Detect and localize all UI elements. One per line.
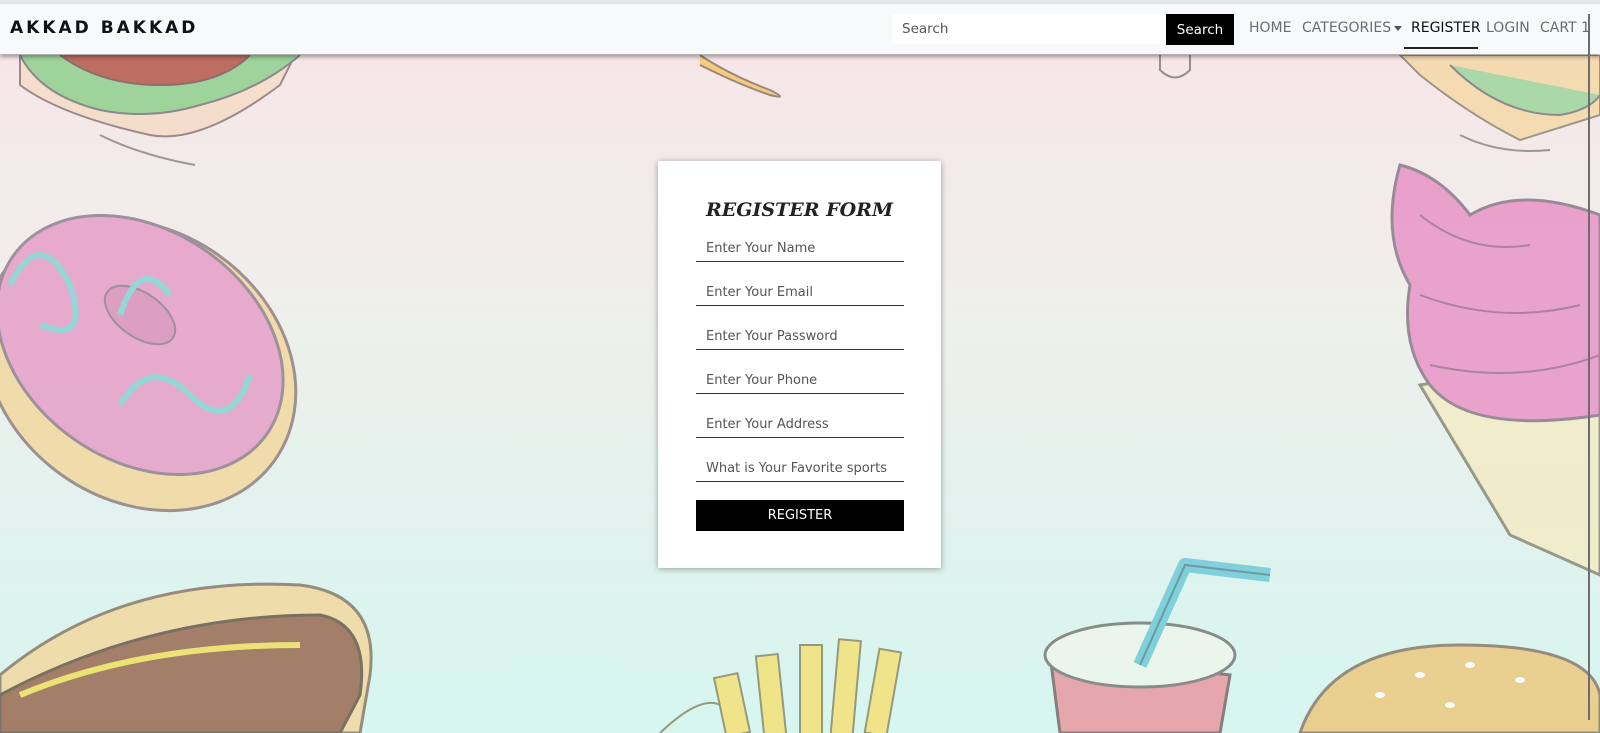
brand-logo[interactable]: AKKAD BAKKAD [10, 18, 198, 38]
sandwich-illustration [19, 55, 301, 166]
nav-link-categories-label: CATEGORIES [1302, 20, 1392, 36]
burger-illustration [1298, 643, 1600, 733]
phone-field[interactable] [696, 367, 904, 394]
fries-illustration [659, 638, 903, 733]
favorite-sports-field[interactable] [696, 455, 904, 482]
register-button[interactable]: REGISTER [696, 500, 904, 531]
nav-link-cart[interactable]: CART 1 [1540, 20, 1590, 36]
nav-link-register[interactable]: REGISTER [1411, 20, 1481, 36]
hotdog-illustration [0, 582, 373, 733]
ice-cream-illustration [1390, 163, 1600, 577]
nav-link-home[interactable]: HOME [1249, 20, 1291, 36]
chevron-down-icon [1394, 25, 1403, 31]
email-field[interactable] [696, 279, 904, 306]
page: AKKAD BAKKAD Search HOME CATEGORIES REGI… [0, 0, 1600, 733]
cup-handle-illustration [1159, 55, 1191, 79]
donut-illustration [0, 213, 298, 513]
search-button[interactable]: Search [1166, 14, 1234, 45]
sandwich-right-illustration [1398, 55, 1600, 152]
form-title: REGISTER FORM [706, 199, 893, 221]
active-nav-indicator [1404, 47, 1478, 49]
address-field[interactable] [696, 411, 904, 438]
name-field[interactable] [696, 235, 904, 262]
search-input[interactable] [892, 14, 1166, 44]
scrollbar[interactable] [1588, 14, 1590, 720]
nav-link-categories[interactable]: CATEGORIES [1302, 20, 1403, 36]
register-form-card: REGISTER FORM REGISTER [658, 161, 941, 568]
navbar: AKKAD BAKKAD Search HOME CATEGORIES REGI… [0, 4, 1600, 54]
nav-link-login[interactable]: LOGIN [1486, 20, 1530, 36]
drink-illustration [1043, 558, 1271, 733]
cheese-illustration [699, 55, 781, 98]
password-field[interactable] [696, 323, 904, 350]
